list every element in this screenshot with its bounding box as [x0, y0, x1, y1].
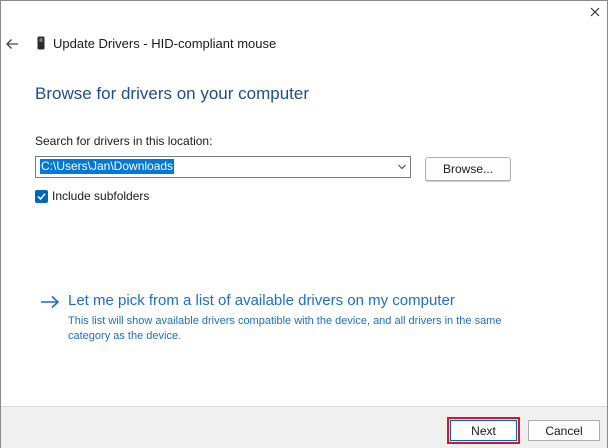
- pick-driver-link-title[interactable]: Let me pick from a list of available dri…: [68, 292, 455, 309]
- dialog-window: [0, 0, 608, 448]
- path-combobox[interactable]: C:\Users\Jan\Downloads: [35, 156, 411, 178]
- next-button[interactable]: Next: [450, 420, 517, 441]
- browse-button[interactable]: Browse...: [425, 157, 511, 181]
- include-subfolders-label: Include subfolders: [52, 189, 150, 203]
- search-location-label: Search for drivers in this location:: [35, 134, 213, 148]
- path-input[interactable]: C:\Users\Jan\Downloads: [40, 159, 175, 174]
- page-title: Browse for drivers on your computer: [35, 84, 309, 103]
- include-subfolders-checkbox[interactable]: [35, 190, 48, 203]
- window-title: Update Drivers - HID-compliant mouse: [53, 36, 277, 51]
- checkmark-icon: [37, 193, 46, 201]
- mouse-device-icon: [37, 36, 45, 50]
- arrow-right-icon: [41, 295, 60, 309]
- close-icon[interactable]: [589, 6, 601, 18]
- back-arrow-icon[interactable]: [5, 37, 19, 51]
- pick-driver-link-description: This list will show available drivers co…: [68, 315, 502, 342]
- cancel-button[interactable]: Cancel: [528, 420, 600, 441]
- chevron-down-icon[interactable]: [397, 162, 407, 172]
